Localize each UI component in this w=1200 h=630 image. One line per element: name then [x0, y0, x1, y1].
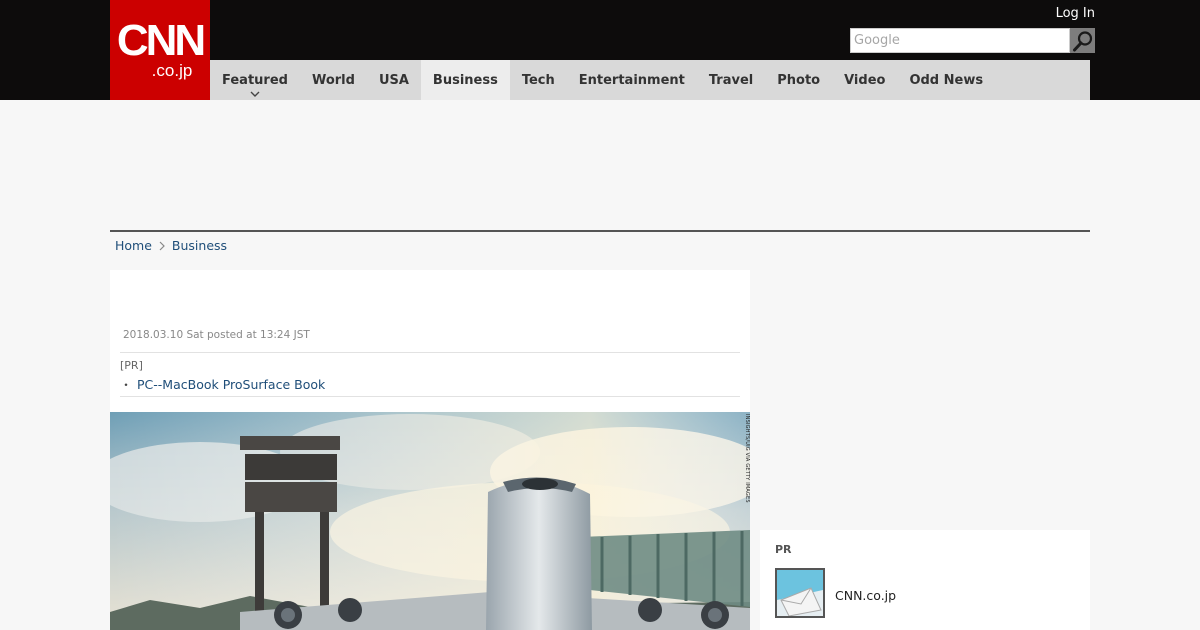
- hero-image: INSIGHTS/UIG VIA GETTY IMAGES: [110, 412, 750, 630]
- sidebar-item-title[interactable]: CNN.co.jp: [835, 588, 896, 603]
- nav-item-travel[interactable]: Travel: [697, 60, 765, 100]
- nav-item-featured[interactable]: Featured: [210, 60, 300, 100]
- nav-item-label: Entertainment: [578, 72, 685, 88]
- pr-link-row: ・ PC--MacBook ProSurface Book: [120, 376, 325, 393]
- nav-item-entertainment[interactable]: Entertainment: [567, 60, 697, 100]
- chevron-down-icon: [250, 91, 260, 97]
- nav-item-world[interactable]: World: [300, 60, 367, 100]
- main-nav: Featured World USA Business Tech Entertainmen…: [210, 60, 1090, 100]
- search-box: [850, 28, 1095, 53]
- breadcrumb: Home Business: [115, 238, 227, 253]
- magnifier-icon: [1072, 30, 1092, 51]
- breadcrumb-business[interactable]: Business: [172, 238, 227, 253]
- nav-item-label: Video: [844, 72, 886, 88]
- login-link[interactable]: Log In: [1056, 6, 1095, 21]
- nav-item-label: Odd News: [909, 72, 984, 88]
- sidebar-thumbnail[interactable]: [775, 568, 825, 618]
- ad-space: [110, 100, 1090, 230]
- nav-item-business[interactable]: Business: [420, 60, 510, 100]
- logo-sub-text: .co.jp: [151, 61, 193, 80]
- nav-item-label: Featured: [222, 72, 288, 88]
- top-bar: CNN .co.jp Log In Featured World USA Busine…: [0, 0, 1200, 100]
- nav-item-photo[interactable]: Photo: [765, 60, 832, 100]
- chevron-right-icon: [159, 241, 165, 251]
- nav-item-usa[interactable]: USA: [367, 60, 421, 100]
- nav-item-label: Photo: [777, 72, 821, 88]
- pr-link[interactable]: PC--MacBook ProSurface Book: [137, 377, 325, 392]
- nav-item-label: World: [311, 72, 355, 88]
- search-button[interactable]: [1070, 28, 1095, 53]
- nav-item-video[interactable]: Video: [832, 60, 897, 100]
- header-divider: [110, 230, 1090, 232]
- article-card: 2018.03.10 Sat posted at 13:24 JST [PR] …: [110, 270, 750, 630]
- logo-main-text: CNN: [116, 16, 206, 65]
- sidebar-pr-label: PR: [775, 543, 792, 556]
- nav-item-label: Business: [432, 72, 498, 88]
- image-credit: INSIGHTS/UIG VIA GETTY IMAGES: [744, 414, 750, 503]
- breadcrumb-home[interactable]: Home: [115, 238, 152, 253]
- nav-item-odd-news[interactable]: Odd News: [897, 60, 995, 100]
- posted-date: 2018.03.10 Sat posted at 13:24 JST: [123, 329, 310, 341]
- pr-sidebar: PR CNN.co.jp: [760, 530, 1090, 630]
- pr-box: [PR] ・ PC--MacBook ProSurface Book: [120, 352, 740, 397]
- nav-item-tech[interactable]: Tech: [510, 60, 567, 100]
- nav-item-label: USA: [378, 72, 409, 88]
- mail-laptop-icon: [777, 570, 823, 616]
- cnn-logo[interactable]: CNN .co.jp: [110, 0, 210, 100]
- pr-bullet: ・: [120, 378, 133, 392]
- airplane-photo: [110, 412, 750, 630]
- nav-item-label: Tech: [521, 72, 555, 88]
- nav-item-label: Travel: [708, 72, 754, 88]
- pr-label: [PR]: [120, 359, 143, 372]
- search-input[interactable]: [850, 28, 1070, 53]
